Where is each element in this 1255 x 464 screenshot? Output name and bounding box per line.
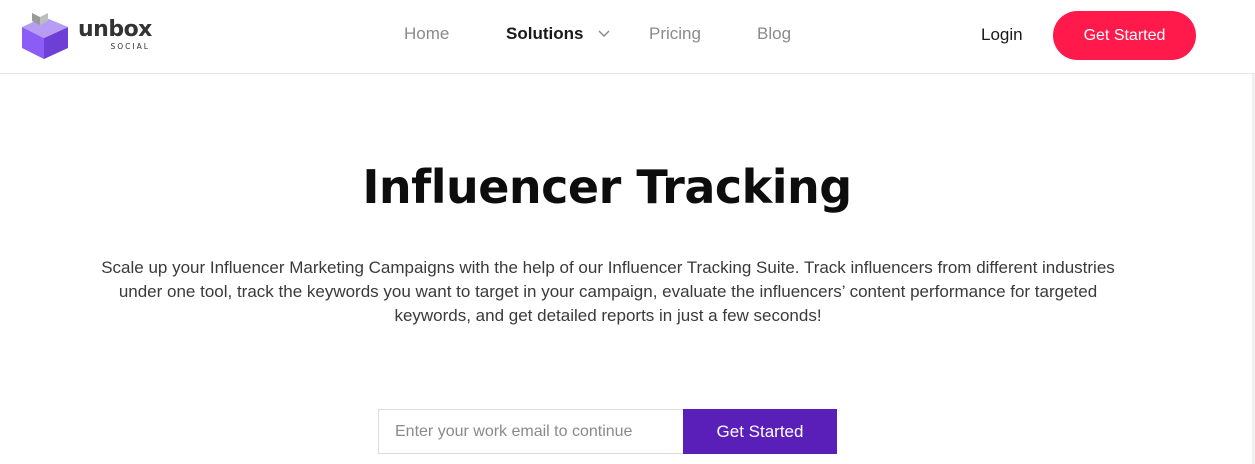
logo-tagline: SOCIAL bbox=[110, 42, 150, 51]
hero-description: Scale up your Influencer Marketing Campa… bbox=[68, 256, 1148, 328]
hero-description-line: under one tool, track the keywords you w… bbox=[118, 282, 1098, 301]
hero-description-line: keywords, and get detailed reports in ju… bbox=[394, 306, 822, 325]
email-field[interactable] bbox=[378, 409, 683, 454]
hero-description-line: Scale up your Influencer Marketing Campa… bbox=[101, 258, 1115, 277]
get-started-submit-button[interactable]: Get Started bbox=[683, 409, 837, 454]
site-header: unbox SOCIAL Home Solutions Pricing Blog… bbox=[0, 0, 1255, 74]
nav-blog[interactable]: Blog bbox=[757, 24, 791, 44]
nav-solutions[interactable]: Solutions bbox=[506, 24, 583, 44]
brand-logo[interactable]: unbox SOCIAL bbox=[18, 11, 168, 59]
logo-wordmark: unbox bbox=[78, 17, 152, 42]
nav-home[interactable]: Home bbox=[404, 24, 449, 44]
logo-text: unbox SOCIAL bbox=[78, 17, 152, 52]
page-title: Influencer Tracking bbox=[362, 160, 852, 214]
chevron-down-icon[interactable] bbox=[597, 26, 611, 40]
email-signup-form: Get Started bbox=[378, 409, 837, 454]
box-logo-icon bbox=[22, 13, 68, 59]
nav-pricing[interactable]: Pricing bbox=[649, 24, 701, 44]
login-link[interactable]: Login bbox=[981, 25, 1023, 45]
get-started-header-button[interactable]: Get Started bbox=[1053, 11, 1196, 60]
